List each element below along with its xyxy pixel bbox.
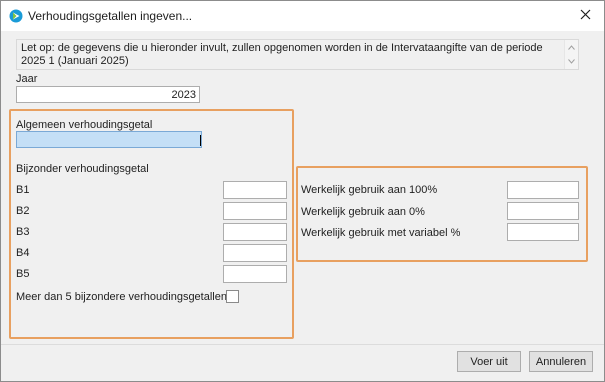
special-ratio-heading: Bijzonder verhoudingsgetal — [16, 163, 149, 175]
general-ratio-input[interactable] — [16, 131, 202, 148]
b2-label: B2 — [16, 205, 30, 217]
footer-divider — [1, 344, 604, 345]
notice-box: Let op: de gegevens die u hieronder invu… — [16, 39, 579, 70]
usage-100-label: Werkelijk gebruik aan 100% — [301, 184, 438, 196]
window-title: Verhoudingsgetallen ingeven... — [28, 9, 193, 23]
scroll-down-icon[interactable] — [565, 55, 578, 68]
b5-input[interactable] — [223, 265, 287, 283]
b2-input[interactable] — [223, 202, 287, 220]
b5-label: B5 — [16, 268, 30, 280]
b3-label: B3 — [16, 226, 30, 238]
usage-100-input[interactable] — [507, 181, 579, 199]
b4-input[interactable] — [223, 244, 287, 262]
title-bar: Verhoudingsgetallen ingeven... — [1, 1, 604, 31]
year-input[interactable] — [16, 86, 200, 103]
b1-label: B1 — [16, 184, 30, 196]
b4-label: B4 — [16, 247, 30, 259]
close-icon — [580, 9, 591, 23]
year-label: Jaar — [16, 73, 38, 85]
general-ratio-label: Algemeen verhoudingsgetal — [16, 119, 153, 131]
more-ratios-checkbox[interactable] — [226, 290, 239, 303]
text-caret — [200, 135, 201, 146]
execute-button[interactable]: Voer uit — [457, 351, 521, 372]
scroll-up-icon[interactable] — [565, 41, 578, 54]
usage-variable-input[interactable] — [507, 223, 579, 241]
usage-0-input[interactable] — [507, 202, 579, 220]
usage-0-label: Werkelijk gebruik aan 0% — [301, 206, 425, 218]
b1-input[interactable] — [223, 181, 287, 199]
notice-scrollbar[interactable] — [564, 40, 578, 69]
more-ratios-label: Meer dan 5 bijzondere verhoudingsgetalle… — [16, 291, 227, 303]
b3-input[interactable] — [223, 223, 287, 241]
cancel-button[interactable]: Annuleren — [529, 351, 593, 372]
dialog-window: Verhoudingsgetallen ingeven... Let op: d… — [0, 0, 605, 382]
notice-text: Let op: de gegevens die u hieronder invu… — [21, 42, 543, 67]
usage-variable-label: Werkelijk gebruik met variabel % — [301, 227, 461, 239]
app-logo-icon — [9, 9, 23, 23]
close-button[interactable] — [571, 5, 599, 27]
